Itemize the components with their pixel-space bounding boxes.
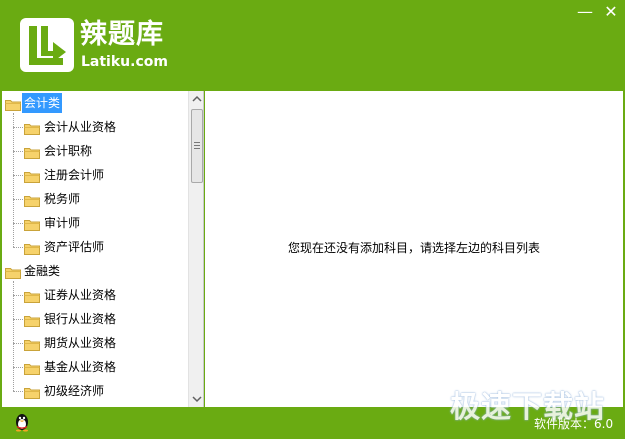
- folder-icon: [24, 289, 40, 303]
- tree-item[interactable]: 期货从业资格: [2, 333, 187, 353]
- tree-item-label: 会计职称: [44, 144, 93, 158]
- tree-connector: [13, 367, 23, 368]
- tree-item[interactable]: 税务师: [2, 189, 187, 209]
- tree-item-label: 银行从业资格: [44, 312, 117, 326]
- tree-connector: [13, 343, 23, 344]
- empty-state-message: 您现在还没有添加科目，请选择左边的科目列表: [287, 241, 540, 255]
- subject-tree: 会计类会计从业资格 会计职称注册会计师税务师审计师资产评估师金融类证券从业资格 银行…: [2, 91, 204, 407]
- subject-content-panel: 您现在还没有添加科目，请选择左边的科目列表: [205, 91, 623, 407]
- tree-item-label: 资产评估师: [44, 240, 105, 254]
- folder-icon: [24, 313, 40, 327]
- tree-item-label: 注册会计师: [44, 168, 105, 182]
- scroll-down-button[interactable]: [189, 391, 203, 407]
- tree-category[interactable]: 金融类: [2, 261, 187, 281]
- tree-category-label: 金融类: [24, 264, 61, 278]
- tree-item[interactable]: 注册会计师: [2, 165, 187, 185]
- tree-item[interactable]: 资产评估师: [2, 237, 187, 257]
- tree-connector: [13, 175, 23, 176]
- latiku-logo-icon: [20, 18, 74, 72]
- folder-icon: [24, 145, 40, 159]
- folder-icon: [24, 337, 40, 351]
- scroll-up-button[interactable]: [189, 91, 203, 107]
- tree-connector: [13, 295, 23, 296]
- folder-icon: [24, 121, 40, 135]
- tree-item-label: 税务师: [44, 192, 81, 206]
- folder-icon: [24, 385, 40, 399]
- scroll-thumb[interactable]: [191, 109, 203, 183]
- tree-connector: [13, 151, 23, 152]
- tree-connector: [13, 127, 23, 128]
- close-button[interactable]: ✕: [600, 2, 622, 22]
- tree-item[interactable]: 银行从业资格: [2, 309, 187, 329]
- tree-item[interactable]: 审计师: [2, 213, 187, 233]
- folder-icon: [24, 217, 40, 231]
- tree-item[interactable]: 会计职称: [2, 141, 187, 161]
- title-bar: 辣题库 Latiku.com — ✕: [0, 0, 625, 90]
- folder-icon: [24, 241, 40, 255]
- folder-icon: [5, 265, 21, 279]
- folder-icon: [5, 97, 21, 111]
- tree-category[interactable]: 会计类: [2, 93, 187, 113]
- tree-connector: [13, 199, 23, 200]
- tree-item-label: 期货从业资格: [44, 336, 117, 350]
- tree-item-label: 基金从业资格: [44, 360, 117, 374]
- minimize-button[interactable]: —: [574, 2, 596, 22]
- chevron-up-icon: [192, 95, 202, 102]
- tree-item-label: 初级经济师: [44, 384, 105, 398]
- tree-item-label: 证券从业资格: [44, 288, 117, 302]
- tree-category-label: 会计类: [22, 93, 63, 113]
- version-label: 软件版本：6.0: [534, 417, 614, 431]
- folder-icon: [24, 193, 40, 207]
- tree-branch-line: [13, 113, 14, 247]
- folder-icon: [24, 169, 40, 183]
- tree-connector: [13, 391, 23, 392]
- tree-connector: [13, 319, 23, 320]
- tree-item[interactable]: 初级经济师: [2, 381, 187, 401]
- tree-item-label: 审计师: [44, 216, 81, 230]
- brand-name: 辣题库: [80, 19, 164, 50]
- tree-branch-line: [13, 281, 14, 391]
- tree-item[interactable]: 会计从业资格: [2, 117, 187, 137]
- chevron-down-icon: [192, 396, 202, 403]
- tree-connector: [13, 223, 23, 224]
- tree-item[interactable]: 基金从业资格: [2, 357, 187, 377]
- brand-url: Latiku.com: [81, 54, 168, 70]
- folder-icon: [24, 361, 40, 375]
- tree-connector: [13, 247, 23, 248]
- tree-item-label: 会计从业资格: [44, 120, 117, 134]
- tree-item[interactable]: 证券从业资格: [2, 285, 187, 305]
- tree-scrollbar[interactable]: [188, 91, 203, 407]
- qq-penguin-icon[interactable]: [13, 412, 31, 432]
